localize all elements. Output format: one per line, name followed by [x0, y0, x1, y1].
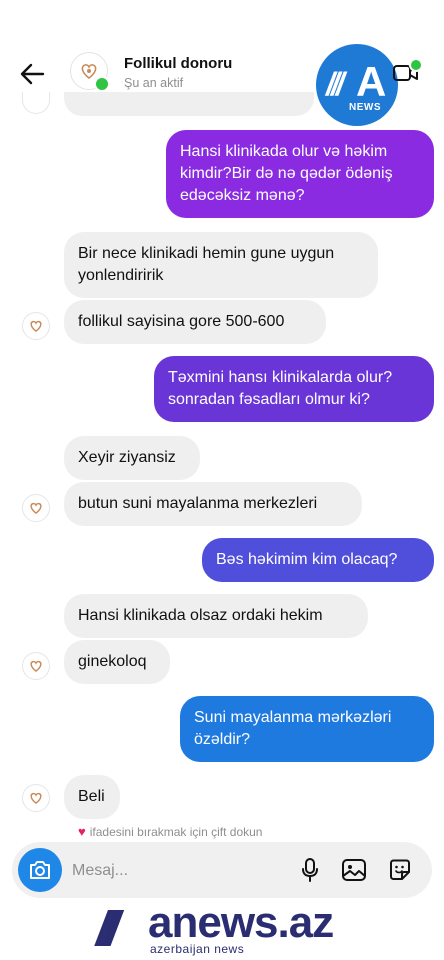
double-tap-hint: ♥ ifadesini bırakmak için çift dokun — [78, 824, 262, 839]
contact-avatar[interactable] — [70, 52, 110, 92]
message-bubble-in[interactable]: Xeyir ziyansiz — [64, 436, 200, 480]
message-bubble-in[interactable]: Beli — [64, 775, 120, 819]
message-composer — [12, 842, 432, 898]
sticker-button[interactable] — [386, 856, 414, 884]
message-bubble-in[interactable]: butun suni mayalanma merkezleri — [64, 482, 362, 526]
sender-avatar — [22, 494, 50, 522]
watermark-lines: /// — [96, 903, 120, 956]
message-bubble-in[interactable]: Bir nece klinikadi hemin gune uygun yonl… — [64, 232, 378, 298]
sender-avatar-partial — [22, 92, 50, 114]
microphone-button[interactable] — [296, 856, 324, 884]
watermark-wordmark: anews.az — [148, 898, 334, 947]
watermark-tagline: azerbaijan news — [150, 942, 245, 956]
message-bubble-in[interactable]: Hansi klinikada olsaz ordaki hekim — [64, 594, 368, 638]
hint-text: ifadesini bırakmak için çift dokun — [89, 825, 263, 839]
sender-avatar — [22, 784, 50, 812]
heart-logo-icon — [30, 320, 42, 333]
back-arrow-icon[interactable] — [18, 60, 46, 88]
camera-button[interactable] — [18, 848, 62, 892]
message-bubble-out[interactable]: Təxmini hansı klinikalarda olur? sonrada… — [154, 356, 434, 422]
sticker-icon — [390, 859, 410, 880]
message-input[interactable] — [70, 858, 294, 884]
message-bubble-in[interactable]: ginekoloq — [64, 640, 170, 684]
heart-logo-icon — [30, 792, 42, 805]
message-bubble-out[interactable]: Bəs həkimim kim olacaq? — [202, 538, 434, 582]
heart-logo-icon — [30, 660, 42, 673]
news-logo-lines: /// — [326, 66, 345, 102]
active-dot — [409, 58, 423, 72]
heart-icon: ♥ — [78, 824, 86, 839]
news-logo-badge: /// A NEWS — [316, 44, 398, 126]
sender-avatar — [22, 312, 50, 340]
message-bubble-out[interactable]: Suni mayalanma mərkəzləri özəldir? — [180, 696, 434, 762]
contact-status: Şu an aktif — [124, 76, 184, 90]
online-indicator — [94, 76, 110, 92]
news-logo-word: NEWS — [349, 102, 381, 113]
message-bubble-out[interactable]: Hansi klinikada olur və həkim kimdir?Bir… — [166, 130, 434, 218]
gallery-button[interactable] — [340, 856, 368, 884]
image-icon — [342, 859, 366, 881]
sender-avatar — [22, 652, 50, 680]
message-bubble-in[interactable]: follikul sayisina gore 500-600 — [64, 300, 326, 344]
heart-logo-icon — [30, 502, 42, 515]
message-bubble-partial — [64, 92, 314, 116]
microphone-icon — [302, 858, 318, 882]
news-logo-letter: A — [356, 58, 387, 105]
camera-icon — [30, 861, 50, 879]
contact-name[interactable]: Follikul donoru — [124, 55, 232, 72]
